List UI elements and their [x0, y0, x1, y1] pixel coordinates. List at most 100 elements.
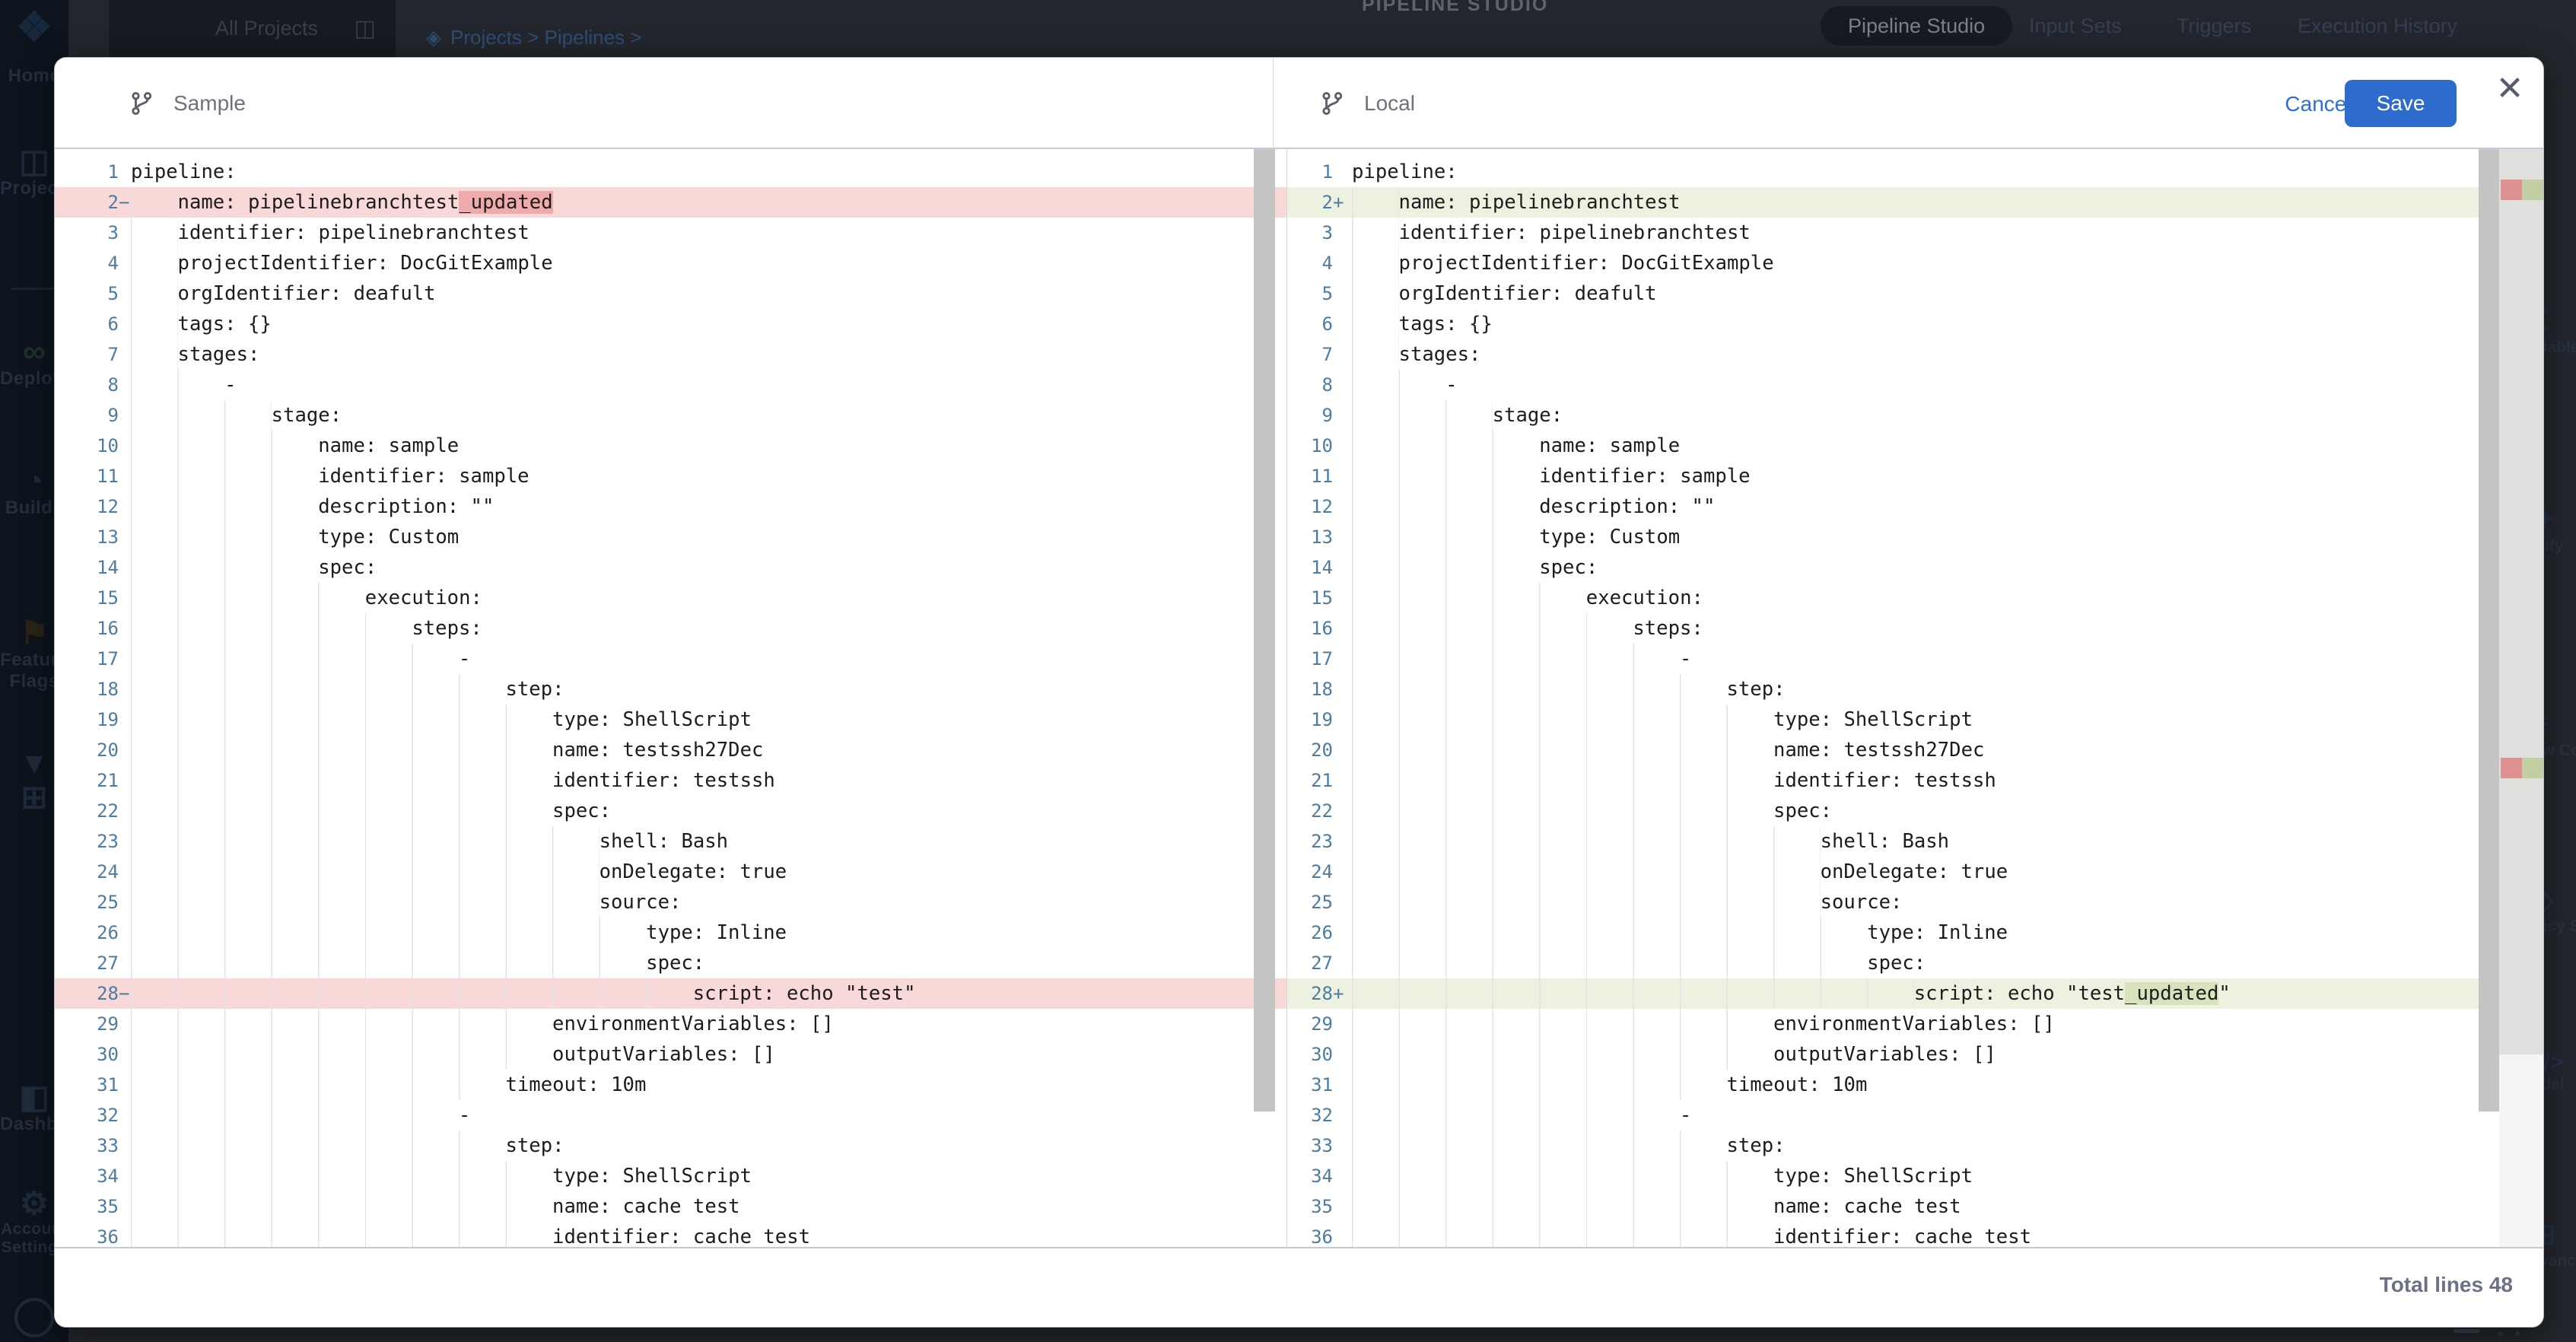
- diff-sign: [119, 735, 131, 765]
- line-number: 17: [55, 644, 119, 674]
- line-number: 7: [55, 339, 119, 370]
- code-text: description: "": [318, 491, 494, 522]
- diff-line-left-6: 6tags: {}: [55, 309, 1286, 339]
- rail-item-variables[interactable]: Σ Variables: [2544, 304, 2576, 357]
- close-icon[interactable]: ✕: [2491, 69, 2529, 107]
- diff-sign: [119, 826, 131, 857]
- line-number: 5: [55, 278, 119, 309]
- rail-item-notify[interactable]: ✈ Notify: [2544, 502, 2576, 555]
- diff-line-right-33: 33step:: [1287, 1131, 2544, 1161]
- word-diff-highlight: _updated: [2125, 982, 2218, 1005]
- tab-input-sets[interactable]: Input Sets: [2029, 6, 2122, 46]
- diff-sign: [119, 583, 131, 613]
- left-scrollbar-thumb[interactable]: [1254, 149, 1275, 1111]
- breadcrumb-icon: ◈: [426, 26, 441, 49]
- diff-sign: [1333, 1039, 1345, 1070]
- diff-sign: [119, 1222, 131, 1247]
- diff-line-right-20: 20 name: testssh27Dec: [1287, 735, 2544, 765]
- code-text: tags: {}: [1399, 309, 1493, 339]
- code-text: spec:: [1867, 948, 1926, 978]
- code-text: type: ShellScript: [1773, 1161, 1973, 1191]
- diff-line-left-2: 2−name: pipelinebranchtest_updated: [55, 187, 1286, 218]
- line-number: 5: [1287, 278, 1333, 309]
- diff-sign: −: [119, 187, 131, 218]
- line-number: 29: [1287, 1009, 1333, 1039]
- line-number: 13: [1287, 522, 1333, 552]
- diff-sign: [119, 1131, 131, 1161]
- diff-sign: [119, 1100, 131, 1131]
- sliders-icon: ≡: [2544, 708, 2576, 742]
- diff-sign: [1333, 552, 1345, 583]
- line-number: 24: [55, 857, 119, 887]
- diff-sign: [1333, 674, 1345, 704]
- diff-line-left-29: 29environmentVariables: []: [55, 1009, 1286, 1039]
- code-text: type: Inline: [646, 917, 787, 948]
- line-number: 15: [1287, 583, 1333, 613]
- canvas-zoom-out-button[interactable]: [2454, 1329, 2479, 1333]
- diff-line-left-1: 1pipeline:: [55, 157, 1286, 187]
- diff-sign: [1333, 522, 1345, 552]
- code-text: tags: {}: [178, 309, 272, 339]
- code-text: -: [459, 1100, 470, 1131]
- right-scrollbar-thumb[interactable]: [2479, 149, 2499, 1111]
- diff-pane-modified[interactable]: 1pipeline:2+name: pipelinebranchtest3ide…: [1286, 149, 2544, 1247]
- diff-sign: [119, 157, 131, 187]
- code-text: spec:: [646, 948, 704, 978]
- line-number: 25: [55, 887, 119, 917]
- diff-sign: [119, 339, 131, 370]
- diff-sign: [119, 1009, 131, 1039]
- tab-execution-history[interactable]: Execution History: [2298, 6, 2457, 46]
- rail-item-advanced-options[interactable]: ⊞ Advanced Options: [2544, 1217, 2576, 1270]
- line-number: 6: [1287, 309, 1333, 339]
- line-number: 10: [1287, 431, 1333, 461]
- diff-sign: [119, 248, 131, 278]
- line-number: 25: [1287, 887, 1333, 917]
- canvas-control-dot: [2498, 1331, 2503, 1336]
- project-selector[interactable]: All Projects ◫: [109, 0, 396, 57]
- diff-sign: [1333, 826, 1345, 857]
- rail-item-flow-control[interactable]: ≡ Flow Control: [2544, 708, 2576, 760]
- rail-item-model[interactable]: </> Model: [2544, 1050, 2576, 1094]
- line-number: 9: [55, 400, 119, 431]
- code-text: step:: [505, 1131, 564, 1161]
- line-number: 24: [1287, 857, 1333, 887]
- line-number: 18: [55, 674, 119, 704]
- code-text: name: sample: [1539, 431, 1680, 461]
- line-number: 2: [1287, 187, 1333, 218]
- code-text: type: ShellScript: [552, 1161, 752, 1191]
- diff-pane-original[interactable]: 1pipeline:2−name: pipelinebranchtest_upd…: [55, 149, 1286, 1247]
- diff-line-right-17: 17-: [1287, 644, 2544, 674]
- rail-item-policy-sets[interactable]: ◇ Policy Sets: [2544, 882, 2576, 936]
- line-number: 16: [1287, 613, 1333, 644]
- line-number: 27: [1287, 948, 1333, 978]
- line-number: 19: [55, 704, 119, 735]
- line-number: 32: [55, 1100, 119, 1131]
- line-number: 3: [55, 218, 119, 248]
- code-text: stage:: [1493, 400, 1563, 431]
- diff-line-right-15: 15execution:: [1287, 583, 2544, 613]
- line-number: 31: [55, 1070, 119, 1100]
- diff-line-left-12: 12description: "": [55, 491, 1286, 522]
- code-text: pipeline:: [131, 157, 237, 187]
- diff-sign: [1333, 735, 1345, 765]
- line-number: 20: [1287, 735, 1333, 765]
- code-text: identifier: cache_test: [1773, 1222, 2031, 1247]
- diff-overview-ruler[interactable]: [2499, 149, 2544, 1247]
- code-text: name: testssh27Dec: [1773, 735, 1984, 765]
- code-text: type: ShellScript: [552, 704, 752, 735]
- diff-line-left-30: 30outputVariables: []: [55, 1039, 1286, 1070]
- code-text: stage:: [272, 400, 342, 431]
- diff-line-left-22: 22spec:: [55, 796, 1286, 826]
- code-text: stages:: [1399, 339, 1481, 370]
- diff-line-right-9: 9stage:: [1287, 400, 2544, 431]
- diff-sign: [1333, 613, 1345, 644]
- code-text: spec:: [318, 552, 377, 583]
- diff-line-right-13: 13type: Custom: [1287, 522, 2544, 552]
- diff-line-left-14: 14spec:: [55, 552, 1286, 583]
- tab-pipeline-studio[interactable]: Pipeline Studio: [1821, 6, 2012, 46]
- line-number: 16: [55, 613, 119, 644]
- breadcrumb[interactable]: ◈ Projects > Pipelines >: [426, 26, 641, 49]
- tab-triggers[interactable]: Triggers: [2177, 6, 2251, 46]
- diff-line-left-15: 15execution:: [55, 583, 1286, 613]
- save-button[interactable]: Save: [2345, 80, 2457, 127]
